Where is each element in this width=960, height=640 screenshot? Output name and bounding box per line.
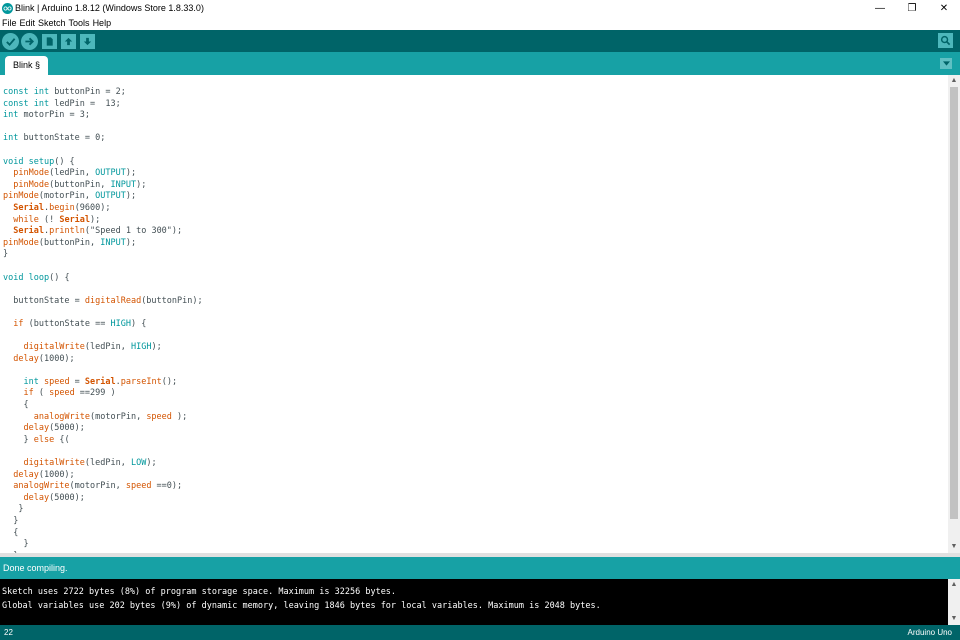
code-line[interactable]	[3, 330, 203, 342]
open-icon	[64, 37, 73, 45]
code-line[interactable]	[3, 122, 203, 134]
code-line[interactable]: delay(5000);	[3, 493, 203, 505]
scroll-down-arrow-icon[interactable]: ▼	[948, 613, 960, 625]
code-line[interactable]: void setup() {	[3, 157, 203, 169]
footer-bar: 22 Arduino Uno	[0, 625, 960, 640]
code-line[interactable]: while (! Serial);	[3, 215, 203, 227]
new-button[interactable]	[42, 33, 57, 49]
code-line[interactable]: if ( speed ==299 )	[3, 388, 203, 400]
code-line[interactable]	[3, 446, 203, 458]
scroll-up-arrow-icon[interactable]: ▲	[948, 75, 960, 87]
code-line[interactable]: pinMode(buttonPin, INPUT);	[3, 180, 203, 192]
code-line[interactable]: const int ledPin = 13;	[3, 99, 203, 111]
menu-help[interactable]: Help	[91, 16, 113, 30]
code-line[interactable]: }	[3, 249, 203, 261]
save-button[interactable]	[80, 33, 95, 49]
code-line[interactable]	[3, 261, 203, 273]
code-line[interactable]: digitalWrite(ledPin, LOW);	[3, 458, 203, 470]
code-line[interactable]: {	[3, 528, 203, 540]
minimize-button[interactable]: —	[864, 0, 896, 16]
verify-button[interactable]	[2, 32, 19, 50]
code-line[interactable]	[3, 284, 203, 296]
console-line: Global variables use 202 bytes (9%) of d…	[2, 601, 601, 611]
code-line[interactable]: }	[3, 516, 203, 528]
code-line[interactable]: int motorPin = 3;	[3, 110, 203, 122]
code-line[interactable]: buttonState = digitalRead(buttonPin);	[3, 296, 202, 308]
menu-sketch[interactable]: Sketch	[36, 16, 67, 30]
serial-monitor-button[interactable]	[938, 33, 953, 48]
code-line[interactable]: analogWrite(motorPin, speed );	[3, 412, 203, 424]
new-icon	[46, 36, 53, 46]
code-editor[interactable]: const int buttonPin = 2; const int ledPin…	[0, 75, 948, 553]
close-button[interactable]: ✕	[928, 0, 960, 16]
code-line[interactable]: delay(1000);	[3, 470, 203, 482]
code-line[interactable]	[3, 145, 203, 157]
window-title: Blink | Arduino 1.8.12 (Windows Store 1.…	[15, 3, 204, 13]
code-line[interactable]: }	[3, 539, 203, 551]
open-button[interactable]	[61, 33, 76, 49]
upload-button[interactable]	[21, 32, 38, 50]
code-line[interactable]: } else {(	[3, 435, 203, 447]
save-icon	[83, 37, 92, 45]
code-line[interactable]: const int buttonPin = 2;	[3, 87, 203, 99]
scroll-down-arrow-icon[interactable]: ▼	[948, 541, 960, 553]
arduino-logo-icon	[2, 2, 13, 14]
code-line[interactable]: pinMode(ledPin, OUTPUT);	[3, 168, 203, 180]
code-line[interactable]: void loop() {	[3, 273, 203, 285]
code-line[interactable]	[3, 365, 203, 377]
scrollbar-thumb[interactable]	[950, 87, 958, 519]
code-line[interactable]: int speed = Serial.parseInt();	[3, 377, 203, 389]
line-number: 22	[4, 628, 13, 637]
code-line[interactable]: digitalWrite(ledPin, HIGH);	[3, 342, 203, 354]
console-output: Sketch uses 2722 bytes (8%) of program s…	[0, 579, 948, 625]
code-line[interactable]: int buttonState = 0;	[3, 133, 203, 145]
code-line[interactable]: delay(1000);	[3, 354, 203, 366]
code-line[interactable]: if (buttonState == HIGH) {	[3, 319, 203, 331]
code-line[interactable]: pinMode(motorPin, OUTPUT);	[3, 191, 203, 203]
code-line[interactable]: }	[3, 504, 203, 516]
status-message: Done compiling.	[3, 563, 68, 573]
code-line[interactable]	[3, 307, 203, 319]
code-text[interactable]: const int buttonPin = 2; const int ledPin…	[3, 87, 203, 553]
code-line[interactable]: analogWrite(motorPin, speed ==0);	[3, 481, 203, 493]
console-scrollbar[interactable]: ▲ ▼	[948, 579, 960, 625]
serial-monitor-icon	[940, 35, 951, 46]
title-bar: Blink | Arduino 1.8.12 (Windows Store 1.…	[0, 0, 960, 16]
tab-menu-button[interactable]	[940, 58, 952, 69]
menu-file[interactable]: File	[0, 16, 18, 30]
menu-tools[interactable]: Tools	[67, 16, 91, 30]
editor-scrollbar[interactable]: ▲ ▼	[948, 75, 960, 553]
chevron-down-icon	[942, 61, 950, 66]
menu-edit[interactable]: Edit	[18, 16, 37, 30]
tabs-bar: Blink §	[0, 52, 960, 75]
tab-blink[interactable]: Blink §	[5, 56, 49, 75]
code-line[interactable]: Serial.println("Speed 1 to 300");	[3, 226, 203, 238]
board-name: Arduino Uno	[907, 628, 952, 637]
console-line: Sketch uses 2722 bytes (8%) of program s…	[2, 587, 397, 597]
status-bar: Done compiling.	[0, 557, 960, 579]
restore-button[interactable]: ❐	[896, 0, 928, 16]
upload-icon	[25, 37, 35, 45]
menu-bar: File Edit Sketch Tools Help	[0, 16, 960, 30]
code-line[interactable]: {	[3, 400, 203, 412]
scroll-up-arrow-icon[interactable]: ▲	[948, 579, 960, 591]
code-line[interactable]: Serial.begin(9600);	[3, 203, 203, 215]
verify-icon	[6, 37, 16, 46]
code-line[interactable]: delay(5000);	[3, 423, 203, 435]
code-line[interactable]: pinMode(buttonPin, INPUT);	[3, 238, 203, 250]
toolbar	[0, 30, 960, 52]
